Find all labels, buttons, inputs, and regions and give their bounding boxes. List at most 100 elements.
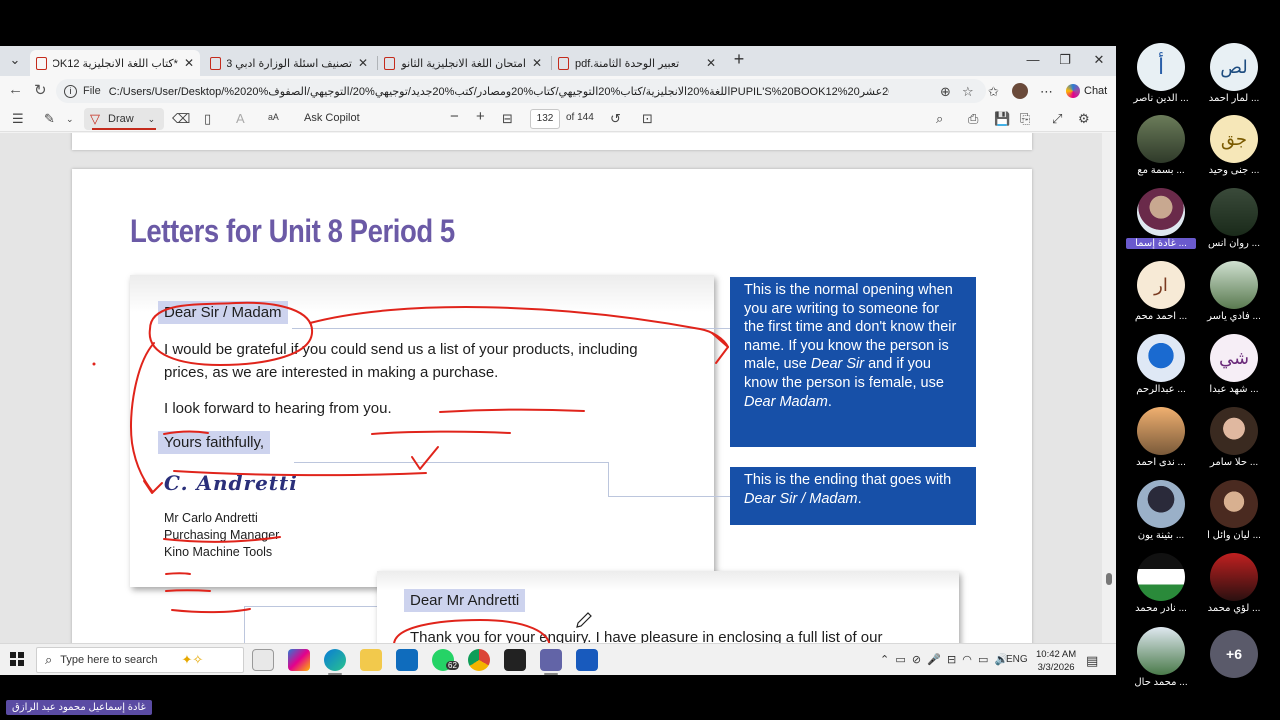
contents-list-icon[interactable]: ☰ — [12, 111, 24, 127]
info-icon[interactable]: i — [64, 84, 77, 98]
store-app-icon[interactable] — [252, 649, 274, 671]
participant-tile[interactable]: ... نادر محمد — [1126, 553, 1196, 614]
fit-page-icon[interactable]: ⊟ — [502, 111, 513, 127]
search-highlight-icon: ✦✧ — [181, 652, 204, 667]
ask-copilot-button[interactable]: Ask Copilot — [304, 112, 360, 124]
taskbar-search-input[interactable]: ⌕ Type here to search ✦✧ — [36, 647, 244, 673]
close-tab-icon[interactable]: ✕ — [706, 56, 716, 70]
favorite-star-icon[interactable]: ☆ — [962, 84, 974, 100]
participant-name: ... بسمة مع — [1137, 165, 1185, 176]
copilot-chat-button[interactable]: Chat — [1066, 84, 1107, 98]
pdf-icon — [558, 56, 569, 70]
settings-gear-icon[interactable]: ⚙ — [1078, 111, 1090, 127]
participant-tile[interactable]: ... فادي ياسر — [1199, 261, 1269, 322]
minimize-icon[interactable]: — — [1018, 52, 1048, 67]
draw-button[interactable]: ▽ Draw ⌄ — [84, 108, 164, 130]
participant-tile[interactable]: ... بثينة يون — [1126, 480, 1196, 541]
zoom-in-icon[interactable]: + — [476, 108, 485, 125]
participant-name: ... ندى احمد — [1136, 457, 1186, 468]
participant-avatar — [1137, 188, 1185, 236]
pdf-viewer[interactable]: Letters for Unit 8 Period 5 Dear Sir / M… — [0, 133, 1116, 675]
letter-greeting: Dear Sir / Madam — [158, 301, 288, 324]
url-text[interactable]: C:/Users/User/Desktop/%20اللغة%20الانجلي… — [109, 85, 889, 98]
participant-name: ... لؤي محمد — [1207, 603, 1261, 614]
read-aloud-icon[interactable]: ᵃᴬ — [268, 111, 279, 126]
rotate-icon[interactable]: ↺ — [610, 111, 621, 127]
close-window-icon[interactable]: ✕ — [1084, 52, 1114, 68]
participant-name: ... روان أنس — [1208, 238, 1260, 249]
tab-unit8-composition[interactable]: تعبير الوحدة الثامنة.pdf ✕ — [552, 50, 722, 76]
teams-app-icon[interactable] — [540, 649, 562, 675]
more-options-icon[interactable]: ⋯ — [1040, 84, 1053, 100]
zoom-icon[interactable]: ⊕ — [940, 84, 951, 100]
edge-app-icon[interactable] — [324, 649, 346, 675]
close-tab-icon[interactable]: ✕ — [358, 56, 368, 70]
new-tab-plus-icon[interactable]: + — [724, 49, 754, 70]
zoom-out-icon[interactable]: − — [450, 108, 459, 125]
participant-tile[interactable]: ... روان أنس — [1199, 188, 1269, 249]
refresh-icon[interactable]: ↻ — [34, 81, 47, 99]
url-field[interactable]: i File C:/Users/User/Desktop/%20اللغة%20… — [56, 79, 986, 103]
profile-avatar[interactable] — [1012, 83, 1028, 99]
participant-tile[interactable]: ... حلا سامر — [1199, 407, 1269, 468]
participant-tile[interactable]: ... ليان وائل أ — [1199, 480, 1269, 541]
maximize-icon[interactable]: ❐ — [1050, 52, 1080, 68]
text-box-icon[interactable]: ▯ — [204, 111, 211, 127]
word-app-icon[interactable] — [576, 649, 598, 671]
fullscreen-icon[interactable]: ⤢ — [1052, 111, 1062, 127]
explanation-box-ending: This is the ending that goes with Dear S… — [730, 467, 976, 525]
participant-avatar — [1137, 627, 1185, 675]
participant-tile[interactable]: أ ... الدين ناصر — [1126, 43, 1196, 104]
participant-tile[interactable]: شي ... شهد عبدا — [1199, 334, 1269, 395]
participant-tile[interactable]: ار ... احمد محم — [1126, 261, 1196, 322]
outlook-app-icon[interactable] — [396, 649, 418, 671]
save-as-icon[interactable]: ⎘ — [1020, 111, 1030, 127]
participant-tile[interactable]: ... ندى احمد — [1126, 407, 1196, 468]
notification-icon[interactable]: ▤ — [1086, 653, 1098, 669]
copilot-app-icon[interactable] — [288, 649, 310, 671]
address-bar: ← ↻ i File C:/Users/User/Desktop/%20اللغ… — [0, 76, 1116, 106]
participant-tile[interactable]: ... غادة إسما — [1126, 188, 1196, 249]
explanation-text: . — [857, 490, 862, 507]
participant-name: ... الدين ناصر — [1133, 93, 1189, 104]
print-icon[interactable]: ⎙ — [968, 111, 978, 127]
add-text-icon[interactable]: A — [236, 111, 245, 126]
taskbar-clock[interactable]: 10:42 AM 3/3/2026 — [1036, 648, 1076, 674]
letter-greeting: Dear Mr Andretti — [404, 589, 526, 612]
save-icon[interactable]: 💾 — [994, 111, 1010, 127]
url-scheme-label: File — [83, 85, 101, 97]
favorites-icon[interactable]: ✩ — [988, 84, 999, 100]
tab-pupils-book[interactable]: *كتاب اللغة الانجليزية PUPIL'S BOOK12 ✕ — [30, 50, 200, 76]
vertical-scrollbar[interactable] — [1102, 133, 1116, 675]
tab-title: امتحان اللغة الانجليزية الثانوية العامة — [401, 57, 526, 70]
back-arrow-icon[interactable]: ← — [8, 81, 23, 98]
participant-tile[interactable]: ... عبدالرحم — [1126, 334, 1196, 395]
highlight-icon[interactable]: ✎ — [44, 111, 55, 127]
file-explorer-icon[interactable] — [360, 649, 382, 671]
highlight-dropdown-chevron-icon[interactable]: ⌄ — [66, 114, 74, 125]
capcut-app-icon[interactable] — [504, 649, 526, 671]
windows-start-icon[interactable] — [10, 652, 24, 666]
draw-dropdown-chevron-icon[interactable]: ⌄ — [148, 114, 156, 125]
participant-tile[interactable]: جق ... جنى وحيد — [1199, 115, 1269, 176]
signature: C. Andretti — [164, 471, 298, 495]
more-participants-tile[interactable]: +6 — [1199, 630, 1269, 678]
participant-tile[interactable]: ... محمد حال — [1126, 627, 1196, 688]
tab-ministry-questions[interactable]: تصنيف اسئلة الوزارة ادبي 2023.pdf ✕ — [204, 50, 374, 76]
search-icon[interactable]: ⌕ — [936, 111, 943, 127]
scrollbar-thumb[interactable] — [1106, 573, 1112, 585]
page-view-icon[interactable]: ⊡ — [642, 111, 653, 127]
close-tab-icon[interactable]: ✕ — [184, 56, 194, 70]
tab-english-exam[interactable]: امتحان اللغة الانجليزية الثانوية العامة … — [378, 50, 548, 76]
page-number-input[interactable]: 132 — [530, 109, 560, 129]
system-tray[interactable]: ⌃ ▭ ⊘ 🎤 ⊟ ◠ ▭ 🔊 — [880, 653, 1008, 666]
participant-tile[interactable]: ... بسمة مع — [1126, 115, 1196, 176]
tab-list-chevron-icon[interactable]: ⌄ — [0, 52, 30, 68]
eraser-icon[interactable]: ⌫ — [172, 111, 190, 127]
chrome-app-icon[interactable] — [468, 649, 490, 671]
participant-tile[interactable]: ... لؤي محمد — [1199, 553, 1269, 614]
participant-tile[interactable]: لص ... لمار احمد — [1199, 43, 1269, 104]
close-tab-icon[interactable]: ✕ — [532, 56, 542, 70]
search-icon: ⌕ — [45, 652, 53, 667]
input-language[interactable]: ENG — [1006, 654, 1028, 665]
